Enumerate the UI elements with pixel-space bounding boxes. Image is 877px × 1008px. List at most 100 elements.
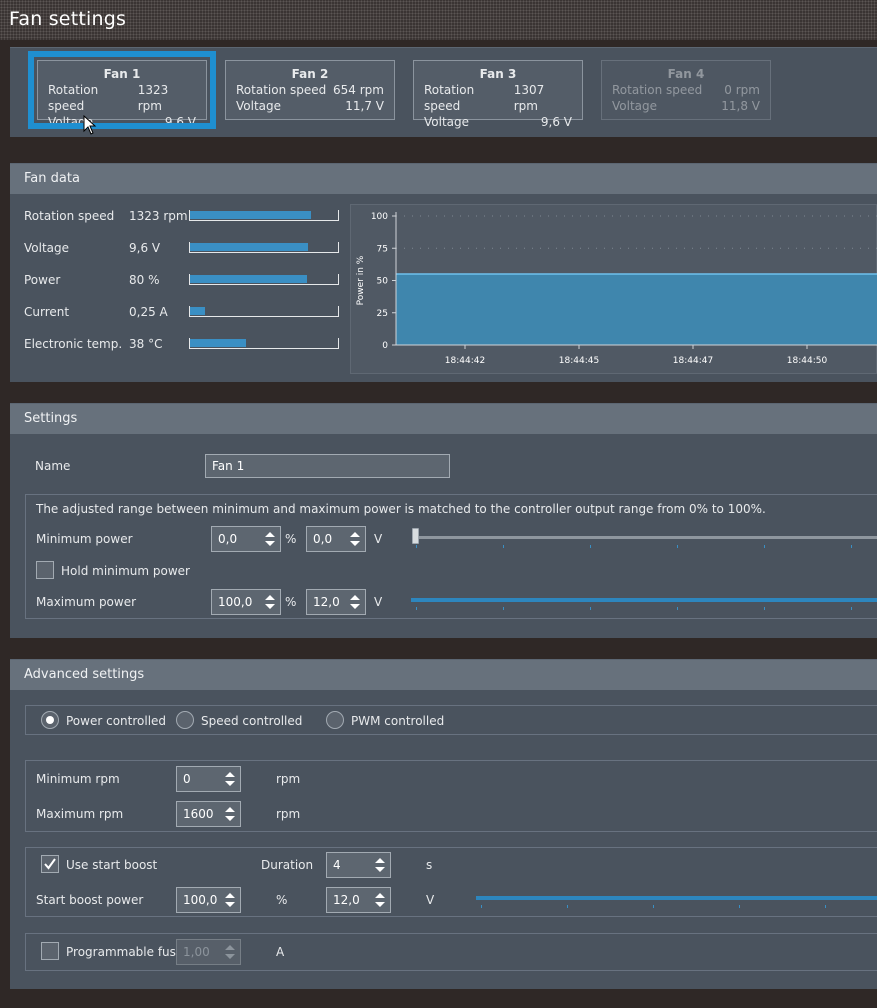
spinner-arrows-icon[interactable]	[373, 856, 387, 874]
minimum-rpm-value: 0	[183, 772, 191, 786]
settings-header: Settings	[10, 404, 877, 434]
maximum-rpm-spinner[interactable]: 1600	[176, 801, 241, 827]
maximum-power-volt-value: 12,0	[313, 595, 340, 609]
use-start-boost-checkbox[interactable]	[41, 855, 59, 873]
rotation-speed-bar	[189, 210, 339, 221]
spinner-arrows-icon	[225, 945, 235, 959]
hold-minimum-power-checkbox[interactable]	[36, 561, 54, 579]
maximum-power-percent-value: 100,0	[218, 595, 253, 609]
seconds-unit: s	[426, 858, 433, 872]
fan-card-4: Fan 4 Rotation speed 0 rpm Voltage 11,8 V	[601, 60, 771, 120]
minimum-power-slider-ticks	[416, 545, 852, 548]
fan-card-rotation-label: Rotation speed	[612, 83, 703, 97]
fan-card-voltage-value: 9,6 V	[540, 115, 572, 129]
start-boost-box: Use start boost Duration 4 s Start boost…	[25, 847, 877, 917]
minimum-power-percent-value: 0,0	[218, 532, 238, 546]
spinner-arrows-icon[interactable]	[223, 891, 237, 909]
maximum-rpm-value: 1600	[183, 807, 214, 821]
minimum-power-percent-spinner[interactable]: 0,0	[211, 526, 281, 552]
advanced-settings-header: Advanced settings	[10, 660, 877, 690]
power-bar-fill	[190, 275, 307, 283]
start-boost-slider[interactable]	[476, 896, 877, 900]
fan-data-label: Voltage	[24, 241, 70, 255]
spinner-arrows-icon[interactable]	[223, 770, 237, 788]
fan-card-title: Fan 1	[103, 67, 141, 81]
rpm-unit: rpm	[276, 772, 301, 786]
fan-card-title: Fan 4	[667, 67, 705, 81]
fan-card-rotation-value: 1307 rpm	[513, 83, 545, 113]
chart-y-tick-label: 25	[377, 309, 388, 319]
fan-data-label: Current	[24, 305, 70, 319]
fan-data-label: Power	[24, 273, 61, 287]
fan-card-voltage-value: 9,6 V	[164, 115, 196, 129]
spinner-arrows-icon[interactable]	[348, 593, 362, 611]
temperature-bar-fill	[190, 339, 247, 347]
spinner-arrows-icon[interactable]	[373, 891, 387, 909]
maximum-power-slider-ticks	[416, 607, 852, 610]
voltage-bar	[189, 242, 339, 253]
fan-card-2[interactable]: Fan 2 Rotation speed 654 rpm Voltage 11,7 …	[225, 60, 395, 120]
power-controlled-radio[interactable]	[41, 711, 59, 729]
hold-minimum-power-label: Hold minimum power	[61, 564, 190, 578]
chart-y-tick-label: 100	[371, 212, 388, 222]
start-boost-power-label: Start boost power	[36, 893, 144, 907]
duration-spinner[interactable]: 4	[326, 852, 391, 878]
power-range-info: The adjusted range between minimum and m…	[36, 502, 766, 516]
minimum-power-slider[interactable]	[413, 536, 877, 539]
volt-unit: V	[374, 532, 383, 546]
start-boost-percent-value: 100,0	[183, 893, 218, 907]
chart-y-tick-label: 0	[382, 341, 388, 351]
name-label: Name	[35, 459, 71, 473]
fan-card-rotation-value: 1323 rpm	[137, 83, 169, 113]
name-input[interactable]: Fan 1	[205, 454, 450, 478]
fan-card-1[interactable]: Fan 1 Rotation speed 1323 rpm Voltage 9,6 …	[28, 51, 216, 129]
current-bar	[189, 306, 339, 317]
fan-selector-panel: Fan 1 Rotation speed 1323 rpm Voltage 9,6 …	[10, 47, 877, 137]
rotation-speed-bar-fill	[190, 211, 312, 219]
current-bar-fill	[190, 307, 205, 315]
fan-card-title: Fan 2	[291, 67, 329, 81]
start-boost-volt-spinner[interactable]: 12,0	[326, 887, 391, 913]
chart-x-tick-label: 18:44:50	[787, 356, 828, 366]
duration-label: Duration	[261, 858, 314, 872]
fan-card-voltage-label: Voltage	[612, 99, 658, 113]
fan-card-voltage-value: 11,7 V	[345, 99, 384, 113]
voltage-bar-fill	[190, 243, 309, 251]
percent-unit: %	[285, 595, 297, 609]
volt-unit: V	[426, 893, 435, 907]
maximum-power-slider[interactable]	[411, 598, 877, 602]
fan-card-title: Fan 3	[479, 67, 517, 81]
fan-card-voltage-label: Voltage	[424, 115, 470, 129]
use-start-boost-label: Use start boost	[66, 858, 158, 872]
power-range-box: The adjusted range between minimum and m…	[25, 494, 877, 619]
programmable-fuse-checkbox[interactable]	[41, 942, 59, 960]
spinner-arrows-icon[interactable]	[348, 530, 362, 548]
minimum-rpm-spinner[interactable]: 0	[176, 766, 241, 792]
maximum-power-volt-spinner[interactable]: 12,0	[306, 589, 366, 615]
duration-value: 4	[333, 858, 341, 872]
spinner-arrows-icon[interactable]	[263, 530, 277, 548]
start-boost-slider-ticks	[481, 905, 826, 908]
title-bar: Fan settings	[0, 0, 877, 40]
speed-controlled-radio[interactable]	[176, 711, 194, 729]
maximum-power-percent-spinner[interactable]: 100,0	[211, 589, 281, 615]
programmable-fuse-box: Programmable fuse 1,00 A	[25, 933, 877, 971]
maximum-rpm-label: Maximum rpm	[36, 807, 124, 821]
percent-unit: %	[285, 532, 297, 546]
minimum-power-slider-thumb[interactable]	[412, 528, 419, 544]
fan-card-3[interactable]: Fan 3 Rotation speed 1307 rpm Voltage 9,6 …	[413, 60, 583, 129]
volt-unit: V	[374, 595, 383, 609]
spinner-arrows-icon[interactable]	[263, 593, 277, 611]
fan-data-header: Fan data	[10, 164, 877, 194]
chart-y-tick-label: 75	[377, 244, 388, 254]
rpm-limits-box: Minimum rpm 0 rpm Maximum rpm 1600 rpm	[25, 760, 877, 832]
start-boost-percent-spinner[interactable]: 100,0	[176, 887, 241, 913]
minimum-rpm-label: Minimum rpm	[36, 772, 120, 786]
checkmark-icon	[44, 858, 56, 870]
control-mode-box: Power controlled Speed controlled PWM co…	[25, 705, 877, 735]
minimum-power-volt-spinner[interactable]: 0,0	[306, 526, 366, 552]
spinner-arrows-icon[interactable]	[223, 805, 237, 823]
maximum-power-label: Maximum power	[36, 595, 137, 609]
power-controlled-label: Power controlled	[66, 714, 167, 728]
pwm-controlled-radio[interactable]	[326, 711, 344, 729]
